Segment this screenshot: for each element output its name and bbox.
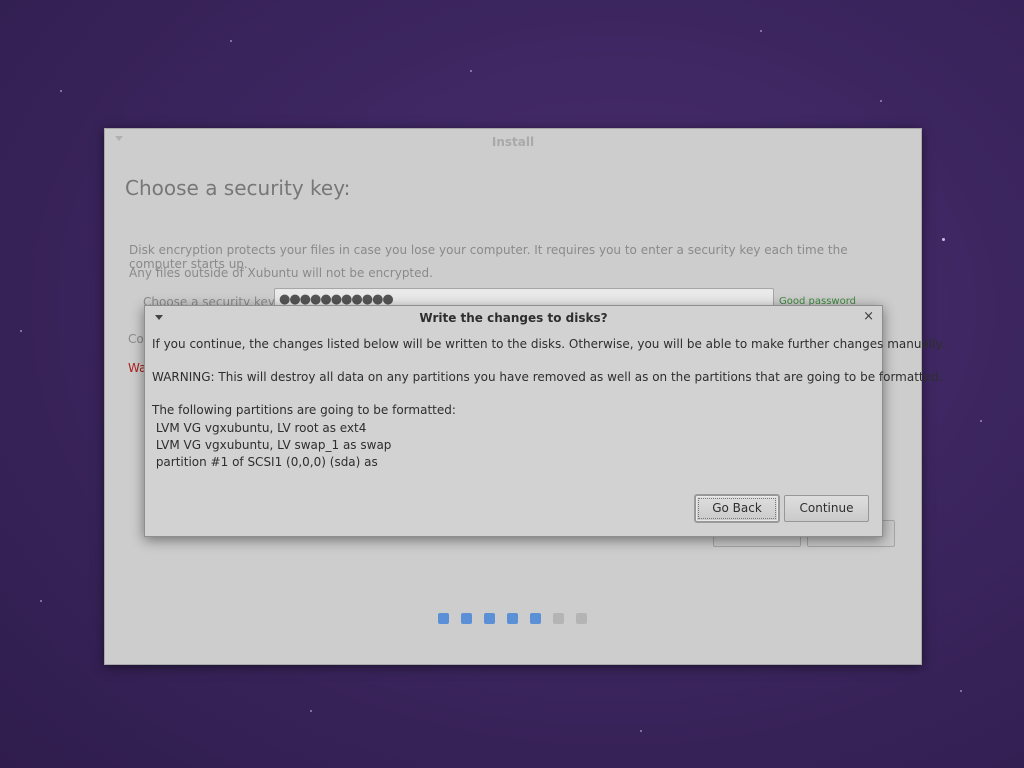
wallpaper-star <box>310 710 312 712</box>
partitions-heading: The following partitions are going to be… <box>152 403 456 417</box>
progress-step-completed <box>461 613 472 624</box>
wallpaper-star <box>880 100 882 102</box>
wallpaper-star <box>980 420 982 422</box>
install-window-title: Install <box>491 135 535 149</box>
wallpaper-star <box>760 30 762 32</box>
progress-step-completed <box>507 613 518 624</box>
wallpaper-star <box>942 238 945 241</box>
install-window-titlebar[interactable]: Install <box>105 129 921 155</box>
progress-step-pending <box>553 613 564 624</box>
partition-item: LVM VG vgxubuntu, LV root as ext4 <box>152 421 367 435</box>
confirm-key-label: Co <box>128 332 144 346</box>
focus-ring <box>698 498 776 519</box>
encryption-note: Any files outside of Xubuntu will not be… <box>129 266 433 280</box>
wallpaper-star <box>20 330 22 332</box>
progress-step-pending <box>576 613 587 624</box>
wallpaper-star <box>60 90 62 92</box>
go-back-button[interactable]: Go Back <box>695 495 779 522</box>
wallpaper-star <box>40 600 42 602</box>
progress-step-completed <box>438 613 449 624</box>
wallpaper-star <box>960 690 962 692</box>
partition-item: LVM VG vgxubuntu, LV swap_1 as swap <box>152 438 392 452</box>
close-icon[interactable]: × <box>863 309 874 324</box>
confirm-write-dialog: Write the changes to disks? × If you con… <box>144 305 945 537</box>
dialog-info-text: If you continue, the changes listed belo… <box>152 337 945 351</box>
dialog-title: Write the changes to disks? <box>419 311 608 325</box>
wallpaper-star <box>470 70 472 72</box>
page-title: Choose a security key: <box>125 176 351 200</box>
dialog-warning-text: WARNING: This will destroy all data on a… <box>152 370 943 384</box>
continue-button[interactable]: Continue <box>784 495 869 522</box>
progress-step-completed <box>530 613 541 624</box>
wallpaper-star <box>230 40 232 42</box>
progress-step-completed <box>484 613 495 624</box>
wallpaper-star <box>640 730 642 732</box>
partition-item: partition #1 of SCSI1 (0,0,0) (sda) as <box>152 455 378 469</box>
